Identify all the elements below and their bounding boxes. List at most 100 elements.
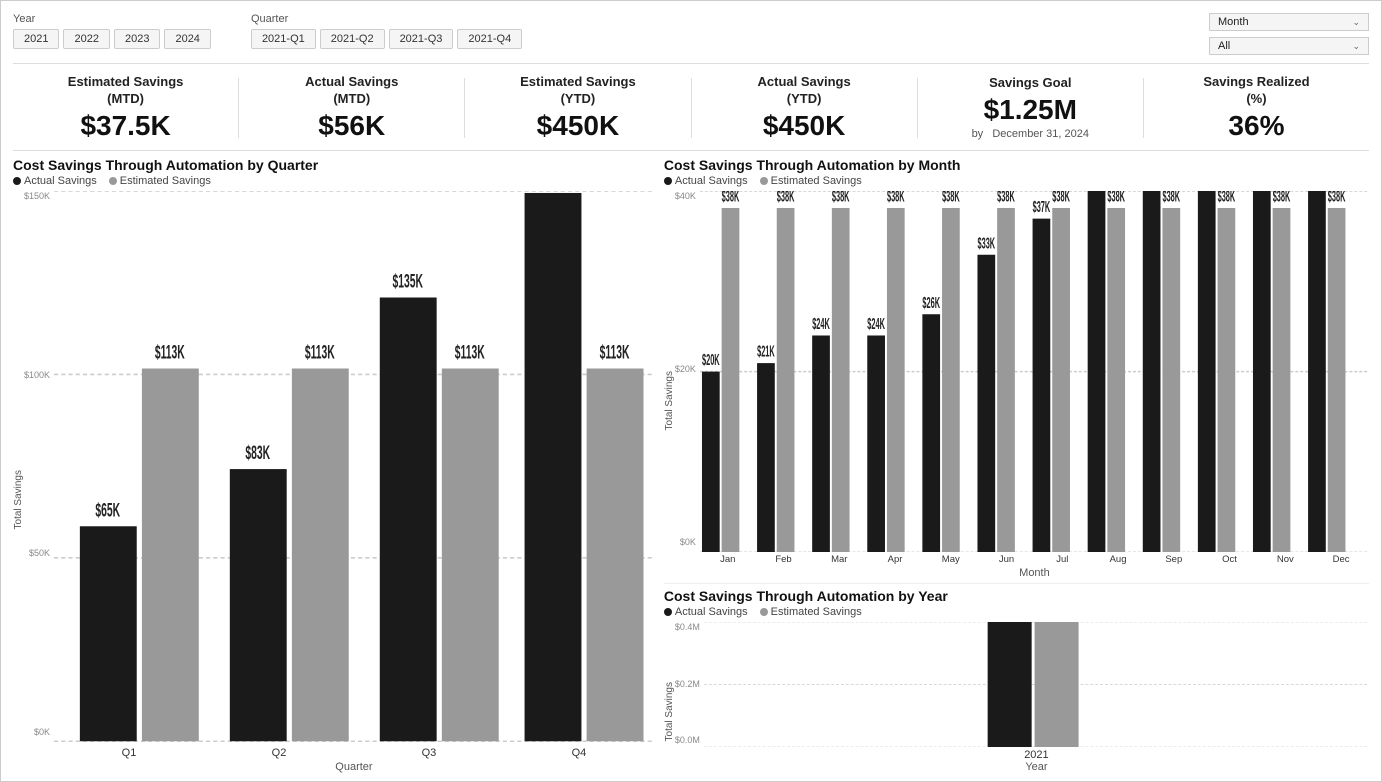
svg-text:$113K: $113K (600, 342, 630, 363)
nov-xlabel: Nov (1257, 554, 1313, 565)
kpi-actual-mtd-title: Actual Savings(MTD) (239, 74, 464, 108)
jan-actual (702, 371, 720, 552)
oct-xlabel: Oct (1202, 554, 1258, 565)
svg-text:$24K: $24K (867, 315, 885, 333)
kpi-savings-goal: Savings Goal $1.25M by December 31, 2024 (918, 75, 1143, 140)
svg-text:$38K: $38K (722, 191, 740, 205)
q2-estimated-bar (292, 368, 349, 741)
month-filter-group: Month ⌄ All ⌄ (1209, 13, 1369, 55)
svg-text:$26K: $26K (922, 294, 940, 312)
yearly-chart-legend: Actual Savings Estimated Savings (664, 606, 1369, 618)
svg-text:$38K: $38K (1273, 191, 1291, 205)
q1-label: Q1 (54, 747, 204, 759)
monthly-y-labels: $40K $20K $0K (675, 191, 696, 579)
may-xlabel: May (923, 554, 979, 565)
year-2021-xlabel: 2021 (986, 749, 1086, 761)
svg-text:$65K: $65K (95, 500, 120, 521)
month-bottom-dropdown[interactable]: All ⌄ (1209, 37, 1369, 55)
yearly-actual-label: Actual Savings (675, 606, 748, 618)
nov-actual (1253, 191, 1271, 552)
quarter-q2-btn[interactable]: 2021-Q2 (320, 29, 385, 49)
yearly-y-02: $0.2M (675, 679, 700, 689)
mar-estimated (832, 208, 850, 552)
yearly-x-axis-title: Year (704, 761, 1369, 773)
month-top-dropdown[interactable]: Month ⌄ (1209, 13, 1369, 31)
monthly-chart-legend: Actual Savings Estimated Savings (664, 175, 1369, 187)
kpi-savings-goal-title: Savings Goal (918, 75, 1143, 92)
sep-estimated (1162, 208, 1180, 552)
quarter-q1-btn[interactable]: 2021-Q1 (251, 29, 316, 49)
jan-xlabel: Jan (700, 554, 756, 565)
quarterly-y-50: $50K (29, 548, 50, 558)
svg-text:$38K: $38K (887, 191, 905, 205)
quarterly-chart-inner: $65K $113K $83K $113K $1 (54, 191, 654, 773)
q2-actual-bar (230, 469, 287, 741)
apr-estimated (887, 208, 905, 552)
yearly-estimated-dot (760, 608, 768, 616)
quarterly-chart-legend: Actual Savings Estimated Savings (13, 175, 654, 187)
quarterly-chart-section: Cost Savings Through Automation by Quart… (13, 157, 664, 773)
svg-text:$33K: $33K (977, 234, 995, 252)
monthly-y-20: $20K (675, 364, 696, 374)
q3-estimated-bar (442, 368, 499, 741)
yearly-actual-dot (664, 608, 672, 616)
quarterly-chart-svg: $65K $113K $83K $113K $1 (54, 191, 654, 743)
svg-text:$113K: $113K (155, 342, 185, 363)
quarterly-y-150: $150K (24, 191, 50, 201)
kpi-estimated-mtd-value: $37.5K (13, 110, 238, 142)
right-charts: Cost Savings Through Automation by Month… (664, 157, 1369, 773)
monthly-actual-label: Actual Savings (675, 175, 748, 187)
year-2022-btn[interactable]: 2022 (63, 29, 109, 49)
kpi-savings-realized: Savings Realized(%) 36% (1144, 74, 1369, 142)
kpi-actual-ytd-value: $450K (692, 110, 917, 142)
svg-text:$38K: $38K (1052, 191, 1070, 205)
yearly-chart-section: Cost Savings Through Automation by Year … (664, 583, 1369, 773)
year-2023-btn[interactable]: 2023 (114, 29, 160, 49)
svg-text:$38K: $38K (1217, 191, 1235, 205)
quarterly-x-axis-title: Quarter (54, 761, 654, 773)
jul-xlabel: Jul (1034, 554, 1090, 565)
kpi-actual-mtd-value: $56K (239, 110, 464, 142)
jun-xlabel: Jun (979, 554, 1035, 565)
kpi-estimated-mtd: Estimated Savings(MTD) $37.5K (13, 74, 238, 142)
quarter-q4-btn[interactable]: 2021-Q4 (457, 29, 522, 49)
monthly-y-axis-label: Total Savings (664, 339, 675, 430)
quarterly-legend-estimated: Estimated Savings (109, 175, 211, 187)
monthly-estimated-label: Estimated Savings (771, 175, 862, 187)
q3-actual-bar (380, 297, 437, 741)
svg-text:$38K: $38K (942, 191, 960, 205)
kpi-savings-goal-sub: by December 31, 2024 (918, 128, 1143, 140)
may-estimated (942, 208, 960, 552)
yearly-y-0: $0.0M (675, 735, 700, 745)
quarterly-y-0: $0K (34, 727, 50, 737)
oct-estimated (1217, 208, 1235, 552)
year-2024-btn[interactable]: 2024 (164, 29, 210, 49)
kpi-savings-realized-title: Savings Realized(%) (1144, 74, 1369, 108)
kpi-savings-goal-value: $1.25M (918, 94, 1143, 126)
apr-xlabel: Apr (867, 554, 923, 565)
q4-estimated-bar (587, 368, 644, 741)
charts-area: Cost Savings Through Automation by Quart… (13, 151, 1369, 773)
q1-actual-bar (80, 526, 137, 741)
aug-estimated (1107, 208, 1125, 552)
yearly-y-axis-label: Total Savings (664, 654, 675, 741)
monthly-chart-body: Total Savings $40K $20K $0K (664, 191, 1369, 579)
quarterly-y-100: $100K (24, 370, 50, 380)
q2-label: Q2 (204, 747, 354, 759)
month-top-chevron: ⌄ (1352, 17, 1360, 28)
quarterly-y-axis-label: Total Savings (13, 434, 24, 529)
monthly-svg-container: $20K $38K $21K $38K $24K (700, 191, 1369, 552)
quarter-filter-group: Quarter 2021-Q1 2021-Q2 2021-Q3 2021-Q4 (251, 13, 522, 49)
svg-text:$135K: $135K (393, 271, 424, 292)
year-2021-btn[interactable]: 2021 (13, 29, 59, 49)
quarterly-chart-body: Total Savings $150K $100K $50K $0K (13, 191, 654, 773)
monthly-actual-dot (664, 177, 672, 185)
quarter-q3-btn[interactable]: 2021-Q3 (389, 29, 454, 49)
monthly-chart-title: Cost Savings Through Automation by Month (664, 157, 1369, 173)
dec-estimated (1328, 208, 1346, 552)
feb-xlabel: Feb (756, 554, 812, 565)
quarterly-legend-actual: Actual Savings (13, 175, 97, 187)
svg-text:$38K: $38K (1162, 191, 1180, 205)
q4-actual-bar (525, 193, 582, 741)
svg-text:$113K: $113K (305, 342, 335, 363)
